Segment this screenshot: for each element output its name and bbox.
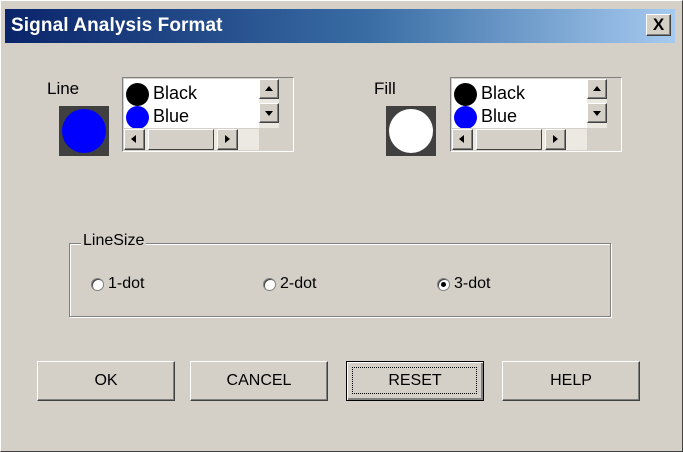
help-button[interactable]: HELP (502, 361, 640, 401)
title-bar[interactable]: Signal Analysis Format (5, 9, 675, 43)
list-item-label: Blue (153, 106, 190, 126)
line-vertical-scrollbar[interactable] (259, 79, 279, 128)
line-color-option-blue[interactable]: Blue (126, 104, 258, 128)
scroll-down-button[interactable] (587, 103, 607, 123)
fill-color-option-black[interactable]: Black (454, 81, 586, 106)
close-button[interactable]: X (646, 14, 671, 36)
line-label: Line (47, 79, 80, 98)
signal-analysis-format-dialog: Signal Analysis Format X Line Black Blue (0, 0, 683, 452)
scroll-down-button[interactable] (259, 103, 279, 123)
line-horizontal-scrollbar[interactable] (124, 129, 259, 150)
linesize-group-label: LineSize (81, 232, 147, 250)
black-dot-icon (126, 83, 149, 106)
arrow-right-icon (553, 135, 558, 143)
fill-color-list[interactable]: Black Blue (450, 77, 622, 152)
focus-indicator (352, 367, 477, 394)
arrow-down-icon (265, 111, 273, 116)
fill-color-swatch (386, 106, 436, 156)
scroll-right-button[interactable] (545, 129, 566, 150)
reset-button[interactable]: RESET (346, 361, 484, 401)
radio-1-dot-label[interactable]: 1-dot (108, 275, 144, 293)
scroll-thumb[interactable] (148, 129, 214, 150)
linesize-groupbox (69, 243, 611, 317)
blue-dot-icon (126, 106, 149, 128)
arrow-up-icon (265, 86, 273, 91)
line-color-option-black[interactable]: Black (126, 81, 258, 106)
list-item-label: Black (481, 83, 526, 103)
scroll-up-button[interactable] (587, 79, 607, 99)
arrow-up-icon (593, 86, 601, 91)
blue-dot-icon (454, 106, 477, 128)
black-dot-icon (454, 83, 477, 106)
radio-selected-dot-icon (441, 282, 446, 287)
scroll-thumb[interactable] (476, 129, 542, 150)
scroll-right-button[interactable] (217, 129, 238, 150)
fill-horizontal-scrollbar[interactable] (452, 129, 587, 150)
close-icon: X (652, 15, 665, 34)
line-color-list[interactable]: Black Blue (122, 77, 294, 152)
radio-2-dot[interactable] (263, 278, 276, 291)
radio-3-dot[interactable] (437, 278, 450, 291)
fill-color-option-blue[interactable]: Blue (454, 104, 586, 128)
radio-2-dot-label[interactable]: 2-dot (280, 275, 316, 293)
list-item-label: Blue (481, 106, 518, 126)
fill-vertical-scrollbar[interactable] (587, 79, 607, 128)
arrow-down-icon (593, 111, 601, 116)
radio-1-dot[interactable] (91, 278, 104, 291)
list-item-label: Black (153, 83, 198, 103)
ok-button[interactable]: OK (37, 361, 175, 401)
radio-3-dot-label[interactable]: 3-dot (454, 275, 490, 293)
fill-color-preview (389, 109, 433, 153)
scroll-up-button[interactable] (259, 79, 279, 99)
scroll-left-button[interactable] (124, 129, 145, 150)
scroll-left-button[interactable] (452, 129, 473, 150)
arrow-left-icon (131, 135, 136, 143)
arrow-right-icon (225, 135, 230, 143)
arrow-left-icon (459, 135, 464, 143)
line-color-preview (62, 109, 106, 153)
window-title: Signal Analysis Format (11, 15, 223, 36)
cancel-button[interactable]: CANCEL (190, 361, 328, 401)
line-color-swatch (59, 106, 109, 156)
fill-label: Fill (374, 79, 396, 98)
